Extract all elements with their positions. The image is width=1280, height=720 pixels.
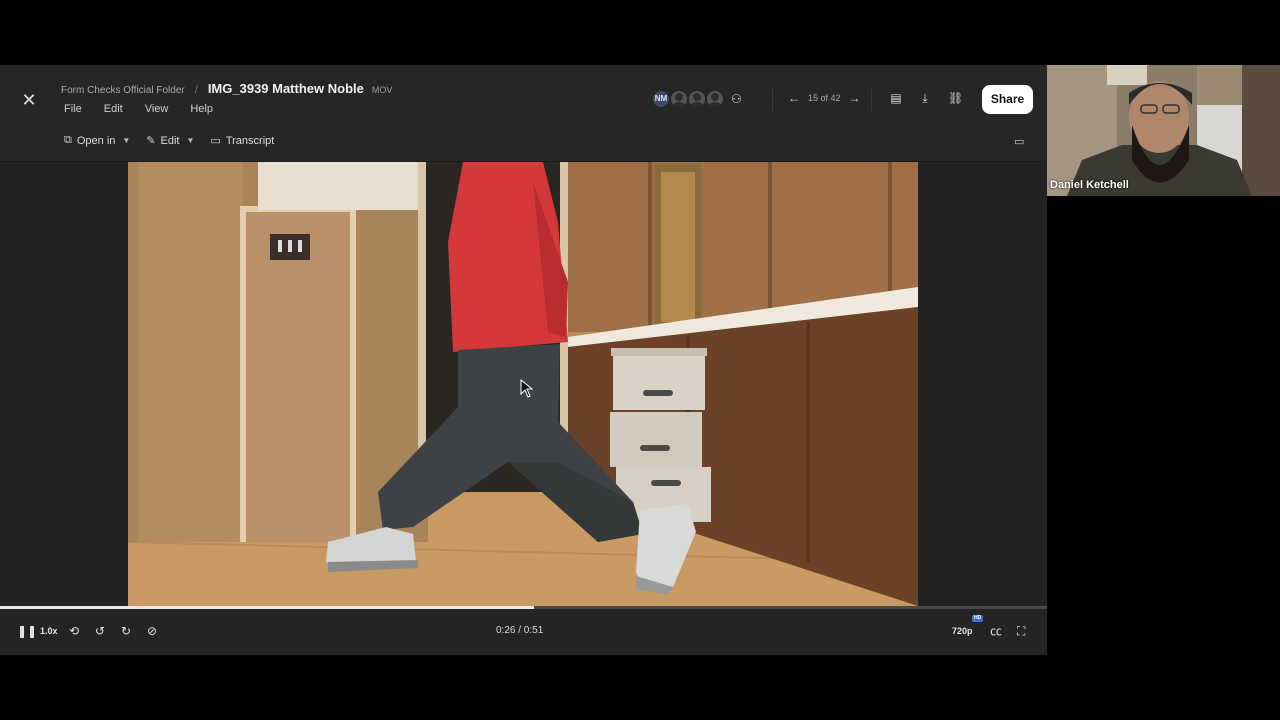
- previous-file-button[interactable]: ←: [788, 91, 800, 105]
- avatar[interactable]: [669, 89, 689, 109]
- header-actions: ▤ ⤓ ⛓: [890, 91, 963, 105]
- loop-icon[interactable]: ⟲: [69, 622, 79, 640]
- open-in-label: Open in: [76, 134, 116, 147]
- toolbar: ⧉ Open in ▼ ✎ Edit ▼ ▭ Transcript: [64, 134, 274, 147]
- comments-off-icon[interactable]: ⊘: [147, 622, 157, 640]
- close-button[interactable]: ✕: [18, 89, 40, 111]
- chevron-down-icon: ▼: [186, 136, 195, 145]
- file-extension: MOV: [371, 85, 393, 95]
- forward-10-icon[interactable]: ↻: [121, 622, 131, 640]
- menu-view[interactable]: View: [145, 103, 169, 115]
- external-link-icon: ⧉: [64, 134, 72, 146]
- pause-icon[interactable]: ❚❚: [17, 622, 37, 640]
- close-icon: ✕: [21, 90, 37, 110]
- webcam-feed: Daniel Ketchell: [1047, 65, 1280, 196]
- avatar[interactable]: [687, 89, 707, 109]
- menu-help[interactable]: Help: [190, 103, 213, 115]
- download-icon[interactable]: ⤓: [919, 91, 931, 105]
- breadcrumb-separator: /: [194, 84, 198, 96]
- link-icon[interactable]: ⛓: [948, 91, 963, 105]
- participant-name: Daniel Ketchell: [1050, 179, 1129, 191]
- transcript-button[interactable]: ▭ Transcript: [210, 134, 275, 148]
- hd-badge: HD: [972, 615, 984, 622]
- transcript-label: Transcript: [225, 134, 275, 147]
- screen: ✕ Form Checks Official Folder / IMG_3939…: [0, 0, 1280, 720]
- file-title: IMG_3939 Matthew Noble: [207, 81, 364, 96]
- comment-icon[interactable]: ▤: [890, 91, 902, 105]
- chevron-down-icon: ▼: [122, 136, 131, 145]
- header-bar: ✕ Form Checks Official Folder / IMG_3939…: [0, 65, 1047, 162]
- edit-label: Edit: [160, 134, 180, 147]
- next-file-button[interactable]: →: [849, 91, 861, 105]
- breadcrumb: Form Checks Official Folder / IMG_3939 M…: [61, 81, 392, 96]
- share-button[interactable]: Share: [982, 85, 1033, 114]
- video-review-window: ✕ Form Checks Official Folder / IMG_3939…: [0, 65, 1047, 655]
- pencil-icon: ✎: [146, 135, 156, 147]
- rewind-10-icon[interactable]: ↺: [95, 622, 105, 640]
- divider: [772, 89, 773, 111]
- time-display: 0:26 / 0:51: [496, 625, 544, 636]
- people-share-icon[interactable]: ⚇: [731, 92, 742, 106]
- avatar-nm[interactable]: NM: [651, 89, 671, 109]
- video-area: [0, 162, 1047, 606]
- playback-speed-button[interactable]: 1.0x: [40, 622, 58, 640]
- edit-button[interactable]: ✎ Edit ▼: [146, 134, 195, 148]
- file-pager: ← 15 of 42 →: [788, 91, 861, 105]
- comments-panel-toggle-icon[interactable]: ▭: [1014, 135, 1024, 148]
- video-content: [128, 162, 918, 606]
- menu-edit[interactable]: Edit: [104, 103, 123, 115]
- quality-button[interactable]: 720p: [952, 622, 973, 640]
- video-frame[interactable]: [128, 162, 918, 606]
- captions-icon: ▭: [210, 135, 221, 147]
- menu-file[interactable]: File: [64, 103, 82, 115]
- webcam-image: [1047, 65, 1280, 196]
- file-position: 15 of 42: [808, 93, 841, 103]
- open-in-button[interactable]: ⧉ Open in ▼: [64, 134, 130, 147]
- collaborator-avatars[interactable]: NM ⚇: [651, 89, 742, 109]
- avatar[interactable]: [705, 89, 725, 109]
- captions-icon[interactable]: ㏄: [990, 622, 1002, 640]
- divider: [871, 89, 872, 111]
- menu-bar: File Edit View Help: [64, 103, 213, 115]
- breadcrumb-folder[interactable]: Form Checks Official Folder: [61, 85, 185, 96]
- player-controls: ❚❚ 1.0x ⟲ ↺ ↻ ⊘ 0:26 / 0:51 720p HD ㏄ ⛶: [0, 609, 1047, 655]
- fullscreen-icon[interactable]: ⛶: [1017, 622, 1025, 640]
